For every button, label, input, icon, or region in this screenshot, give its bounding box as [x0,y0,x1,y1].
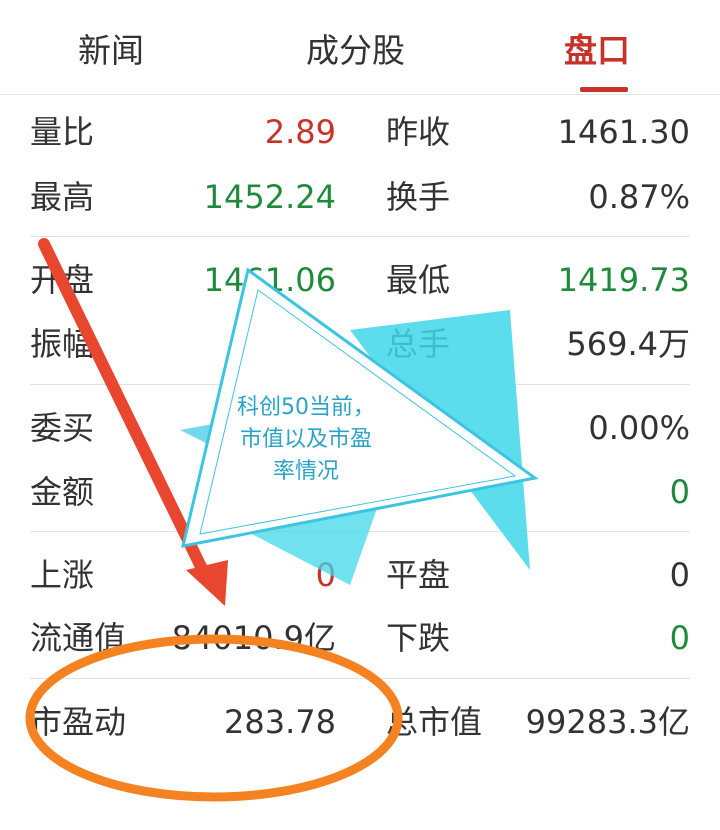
label-low: 最低 [386,261,451,299]
value-advancers: 0 [315,556,336,594]
label-high: 最高 [30,178,95,216]
value-turnover: 0.87% [588,178,690,216]
label-volume-ratio: 量比 [30,113,95,151]
callout-text: 科创50当前， 市值以及市盈 率情况 [237,395,375,484]
value-low: 1419.73 [557,261,690,299]
value-dynamic-pe: 283.78 [224,703,336,741]
label-amplitude: 振幅 [30,325,95,363]
label-turnover: 换手 [386,178,451,216]
value-total-market-cap: 99283.3亿 [525,703,690,741]
value-open: 1461.06 [203,261,336,299]
label-prev-close: 昨收 [386,113,451,151]
label-total-volume: 总手 [386,325,451,363]
value-decliners: 0 [669,619,690,657]
divider [30,236,690,237]
tab-order-book[interactable]: 盘口 [564,24,630,72]
divider [30,384,690,385]
divider [30,531,690,532]
label-open: 开盘 [30,261,95,299]
label-total-market-cap: 总市值 [386,703,483,741]
label-advancers: 上涨 [30,556,95,594]
value-total-volume: 569.4万 [566,325,690,363]
tab-bar: 新闻 成分股 盘口 [0,0,720,95]
label-unchanged: 平盘 [386,556,451,594]
label-float-cap: 流通值 [30,619,127,657]
divider [30,678,690,679]
value-bid-ratio: 0.00% [588,409,690,447]
value-volume-ratio: 2.89 [264,113,336,151]
value-prev-close: 1461.30 [557,113,690,151]
value-bid-diff: 0 [669,473,690,511]
active-tab-indicator [580,87,628,92]
value-high: 1452.24 [203,178,336,216]
value-float-cap: 84010.9亿 [171,619,336,657]
label-decliners: 下跌 [386,619,451,657]
tab-constituents[interactable]: 成分股 [306,24,405,72]
value-unchanged: 0 [669,556,690,594]
tab-news[interactable]: 新闻 [78,24,144,72]
label-bid: 委买 [30,409,95,447]
label-dynamic-pe: 市盈动 [30,703,127,741]
label-amount: 金额 [30,473,95,511]
